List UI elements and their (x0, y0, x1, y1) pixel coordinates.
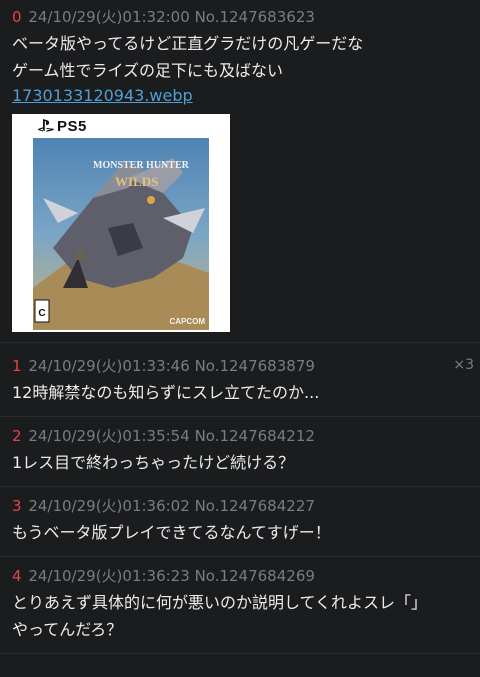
svg-text:C: C (38, 308, 45, 319)
post-date: 24/10/29(火)01:33:46 (28, 357, 190, 375)
post-line: ゲーム性でライズの足下にも及ばない (12, 61, 284, 80)
post-id[interactable]: No.1247684227 (195, 497, 315, 515)
post-id[interactable]: No.1247683879 (195, 357, 315, 375)
post-meta: 2 24/10/29(火)01:35:54 No.1247684212 (12, 425, 468, 447)
post-index[interactable]: 2 (12, 427, 22, 445)
post-index[interactable]: 0 (12, 8, 22, 26)
post-1: 1 24/10/29(火)01:33:46 No.1247683879 ×3 1… (0, 347, 480, 417)
post-line: やってんだろ？ (12, 620, 123, 639)
post-date: 24/10/29(火)01:36:23 (28, 567, 190, 585)
post-line: とりあえず具体的に何が悪いのか説明してくれよスレ「」 (12, 593, 428, 612)
post-date: 24/10/29(火)01:32:00 (28, 8, 190, 26)
post-body: もうベータ版プレイできてるなんてすげー！ (12, 523, 331, 542)
post-id[interactable]: No.1247684212 (195, 427, 315, 445)
post-date: 24/10/29(火)01:36:02 (28, 497, 190, 515)
post-0: 0 24/10/29(火)01:32:00 No.1247683623 ベータ版… (0, 0, 480, 343)
cover-title: MONSTER HUNTER (93, 160, 190, 171)
cover-subtitle: WILDS (115, 174, 158, 189)
post-meta: 0 24/10/29(火)01:32:00 No.1247683623 (12, 6, 468, 28)
post-index[interactable]: 4 (12, 567, 22, 585)
post-date: 24/10/29(火)01:35:54 (28, 427, 190, 445)
post-body: 12時解禁なのも知らずにスレ立てたのか... (12, 383, 320, 402)
post-meta: 4 24/10/29(火)01:36:23 No.1247684269 (12, 565, 468, 587)
reply-count-badge[interactable]: ×3 (453, 357, 474, 373)
post-meta: 3 24/10/29(火)01:36:02 No.1247684227 (12, 495, 468, 517)
file-link[interactable]: 1730133120943.webp (12, 86, 193, 105)
thumbnail-image[interactable]: PS5 C MONSTER HUNTER WILDS CAPCOM (12, 114, 230, 332)
post-index[interactable]: 1 (12, 357, 22, 375)
cover-publisher: CAPCOM (169, 317, 205, 326)
post-body: とりあえず具体的に何が悪いのか説明してくれよスレ「」 やってんだろ？ (12, 589, 468, 643)
post-index[interactable]: 3 (12, 497, 22, 515)
ps5-logo: PS5 (38, 118, 87, 135)
post-body: ベータ版やってるけど正直グラだけの凡ゲーだな ゲーム性でライズの足下にも及ばない (12, 30, 468, 84)
post-line: ベータ版やってるけど正直グラだけの凡ゲーだな (12, 34, 364, 53)
game-cover-art: C MONSTER HUNTER WILDS CAPCOM (33, 138, 209, 330)
post-id[interactable]: No.1247684269 (195, 567, 315, 585)
post-body: 1レス目で終わっちゃったけど続ける？ (12, 453, 295, 472)
post-2: 2 24/10/29(火)01:35:54 No.1247684212 1レス目… (0, 417, 480, 487)
post-id[interactable]: No.1247683623 (195, 8, 315, 26)
post-4: 4 24/10/29(火)01:36:23 No.1247684269 とりあえ… (0, 557, 480, 654)
post-meta: 1 24/10/29(火)01:33:46 No.1247683879 (12, 355, 468, 377)
post-3: 3 24/10/29(火)01:36:02 No.1247684227 もうベー… (0, 487, 480, 557)
